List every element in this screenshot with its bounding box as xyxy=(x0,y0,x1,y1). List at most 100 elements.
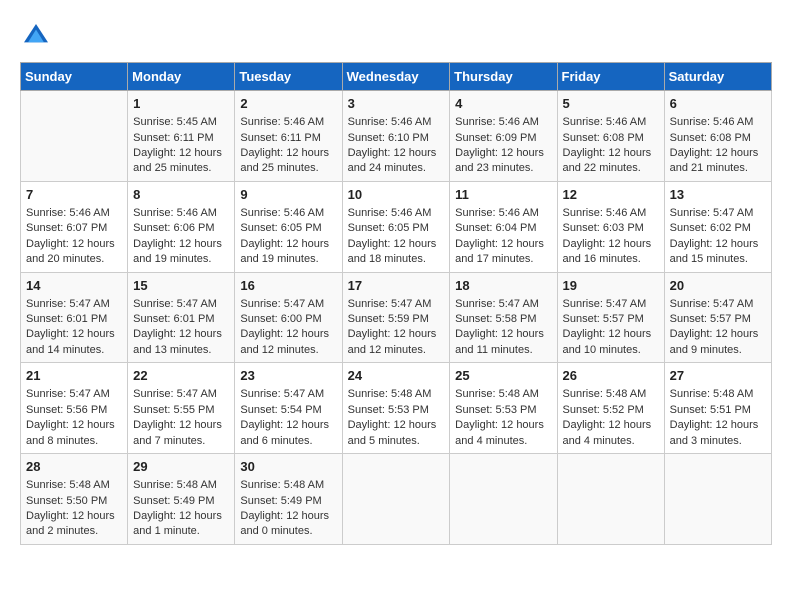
day-cell xyxy=(21,91,128,182)
day-number: 30 xyxy=(240,458,336,476)
day-info: Sunrise: 5:46 AMSunset: 6:05 PMDaylight:… xyxy=(348,206,445,268)
day-info: Sunrise: 5:47 AMSunset: 5:54 PMDaylight:… xyxy=(240,387,336,449)
day-info: Sunrise: 5:47 AMSunset: 5:56 PMDaylight:… xyxy=(26,387,122,449)
day-cell: 24 Sunrise: 5:48 AMSunset: 5:53 PMDayligh… xyxy=(342,363,450,454)
day-cell: 15Sunrise: 5:47 AMSunset: 6:01 PMDayligh… xyxy=(128,272,235,363)
day-info: Sunrise: 5:48 AMSunset: 5:50 PMDaylight:… xyxy=(26,478,122,540)
day-number: 22 xyxy=(133,367,229,385)
week-row-1: 1Sunrise: 5:45 AMSunset: 6:11 PMDaylight… xyxy=(21,91,772,182)
day-cell: 17 Sunrise: 5:47 AMSunset: 5:59 PMDayligh… xyxy=(342,272,450,363)
day-info: Sunrise: 5:47 AMSunset: 6:02 PMDaylight:… xyxy=(670,206,766,268)
day-info: Sunrise: 5:48 AMSunset: 5:53 PMDaylight:… xyxy=(348,387,445,449)
day-cell: 1Sunrise: 5:45 AMSunset: 6:11 PMDaylight… xyxy=(128,91,235,182)
day-number: 4 xyxy=(455,95,551,113)
day-info: Sunrise: 5:47 AMSunset: 5:58 PMDaylight:… xyxy=(455,297,551,359)
day-cell: 9 Sunrise: 5:46 AMSunset: 6:05 PMDaylight… xyxy=(235,181,342,272)
day-info: Sunrise: 5:46 AMSunset: 6:06 PMDaylight:… xyxy=(133,206,229,268)
day-number: 16 xyxy=(240,277,336,295)
page-header xyxy=(20,20,772,52)
day-number: 19 xyxy=(563,277,659,295)
day-info: Sunrise: 5:48 AMSunset: 5:52 PMDaylight:… xyxy=(563,387,659,449)
day-cell: 30 Sunrise: 5:48 AMSunset: 5:49 PMDayligh… xyxy=(235,454,342,545)
day-info: Sunrise: 5:46 AMSunset: 6:07 PMDaylight:… xyxy=(26,206,122,268)
day-number: 8 xyxy=(133,186,229,204)
day-cell: 11Sunrise: 5:46 AMSunset: 6:04 PMDayligh… xyxy=(450,181,557,272)
logo xyxy=(20,20,56,52)
day-info: Sunrise: 5:47 AMSunset: 5:59 PMDaylight:… xyxy=(348,297,445,359)
calendar-table: SundayMondayTuesdayWednesdayThursdayFrid… xyxy=(20,62,772,545)
day-cell: 19 Sunrise: 5:47 AMSunset: 5:57 PMDayligh… xyxy=(557,272,664,363)
day-cell: 21 Sunrise: 5:47 AMSunset: 5:56 PMDayligh… xyxy=(21,363,128,454)
week-row-3: 14 Sunrise: 5:47 AMSunset: 6:01 PMDayligh… xyxy=(21,272,772,363)
day-number: 24 xyxy=(348,367,445,385)
day-cell: 4 Sunrise: 5:46 AMSunset: 6:09 PMDaylight… xyxy=(450,91,557,182)
week-row-5: 28Sunrise: 5:48 AMSunset: 5:50 PMDayligh… xyxy=(21,454,772,545)
day-number: 23 xyxy=(240,367,336,385)
day-cell: 12 Sunrise: 5:46 AMSunset: 6:03 PMDayligh… xyxy=(557,181,664,272)
day-cell: 27Sunrise: 5:48 AMSunset: 5:51 PMDayligh… xyxy=(664,363,771,454)
day-info: Sunrise: 5:46 AMSunset: 6:03 PMDaylight:… xyxy=(563,206,659,268)
day-cell: 16 Sunrise: 5:47 AMSunset: 6:00 PMDayligh… xyxy=(235,272,342,363)
week-row-4: 21 Sunrise: 5:47 AMSunset: 5:56 PMDayligh… xyxy=(21,363,772,454)
day-cell: 10 Sunrise: 5:46 AMSunset: 6:05 PMDayligh… xyxy=(342,181,450,272)
logo-icon xyxy=(20,20,52,52)
day-info: Sunrise: 5:45 AMSunset: 6:11 PMDaylight:… xyxy=(133,115,229,177)
day-number: 26 xyxy=(563,367,659,385)
day-cell: 6Sunrise: 5:46 AMSunset: 6:08 PMDaylight… xyxy=(664,91,771,182)
day-info: Sunrise: 5:48 AMSunset: 5:51 PMDaylight:… xyxy=(670,387,766,449)
day-cell: 8 Sunrise: 5:46 AMSunset: 6:06 PMDaylight… xyxy=(128,181,235,272)
day-info: Sunrise: 5:47 AMSunset: 6:01 PMDaylight:… xyxy=(26,297,122,359)
day-number: 14 xyxy=(26,277,122,295)
day-cell: 2 Sunrise: 5:46 AMSunset: 6:11 PMDaylight… xyxy=(235,91,342,182)
day-number: 12 xyxy=(563,186,659,204)
header-saturday: Saturday xyxy=(664,63,771,91)
day-info: Sunrise: 5:48 AMSunset: 5:49 PMDaylight:… xyxy=(240,478,336,540)
day-number: 6 xyxy=(670,95,766,113)
day-cell: 22 Sunrise: 5:47 AMSunset: 5:55 PMDayligh… xyxy=(128,363,235,454)
day-info: Sunrise: 5:46 AMSunset: 6:11 PMDaylight:… xyxy=(240,115,336,177)
day-cell: 25 Sunrise: 5:48 AMSunset: 5:53 PMDayligh… xyxy=(450,363,557,454)
day-number: 7 xyxy=(26,186,122,204)
day-number: 5 xyxy=(563,95,659,113)
day-number: 21 xyxy=(26,367,122,385)
day-cell: 28Sunrise: 5:48 AMSunset: 5:50 PMDayligh… xyxy=(21,454,128,545)
day-number: 25 xyxy=(455,367,551,385)
day-number: 29 xyxy=(133,458,229,476)
day-cell xyxy=(450,454,557,545)
day-cell: 18 Sunrise: 5:47 AMSunset: 5:58 PMDayligh… xyxy=(450,272,557,363)
day-info: Sunrise: 5:46 AMSunset: 6:04 PMDaylight:… xyxy=(455,206,551,268)
day-cell: 20 Sunrise: 5:47 AMSunset: 5:57 PMDayligh… xyxy=(664,272,771,363)
day-number: 13 xyxy=(670,186,766,204)
header-friday: Friday xyxy=(557,63,664,91)
header-wednesday: Wednesday xyxy=(342,63,450,91)
day-number: 3 xyxy=(348,95,445,113)
day-info: Sunrise: 5:46 AMSunset: 6:09 PMDaylight:… xyxy=(455,115,551,177)
day-number: 2 xyxy=(240,95,336,113)
day-info: Sunrise: 5:47 AMSunset: 5:57 PMDaylight:… xyxy=(563,297,659,359)
day-cell: 7 Sunrise: 5:46 AMSunset: 6:07 PMDaylight… xyxy=(21,181,128,272)
day-info: Sunrise: 5:47 AMSunset: 6:00 PMDaylight:… xyxy=(240,297,336,359)
day-cell xyxy=(557,454,664,545)
calendar-header-row: SundayMondayTuesdayWednesdayThursdayFrid… xyxy=(21,63,772,91)
header-thursday: Thursday xyxy=(450,63,557,91)
day-number: 20 xyxy=(670,277,766,295)
day-cell: 26 Sunrise: 5:48 AMSunset: 5:52 PMDayligh… xyxy=(557,363,664,454)
day-number: 18 xyxy=(455,277,551,295)
day-cell: 14 Sunrise: 5:47 AMSunset: 6:01 PMDayligh… xyxy=(21,272,128,363)
day-info: Sunrise: 5:47 AMSunset: 5:55 PMDaylight:… xyxy=(133,387,229,449)
day-number: 15 xyxy=(133,277,229,295)
day-info: Sunrise: 5:46 AMSunset: 6:10 PMDaylight:… xyxy=(348,115,445,177)
day-info: Sunrise: 5:46 AMSunset: 6:08 PMDaylight:… xyxy=(563,115,659,177)
day-info: Sunrise: 5:46 AMSunset: 6:05 PMDaylight:… xyxy=(240,206,336,268)
day-cell: 13 Sunrise: 5:47 AMSunset: 6:02 PMDayligh… xyxy=(664,181,771,272)
day-info: Sunrise: 5:47 AMSunset: 5:57 PMDaylight:… xyxy=(670,297,766,359)
day-info: Sunrise: 5:48 AMSunset: 5:53 PMDaylight:… xyxy=(455,387,551,449)
week-row-2: 7 Sunrise: 5:46 AMSunset: 6:07 PMDaylight… xyxy=(21,181,772,272)
day-cell xyxy=(664,454,771,545)
day-number: 17 xyxy=(348,277,445,295)
day-number: 10 xyxy=(348,186,445,204)
header-tuesday: Tuesday xyxy=(235,63,342,91)
day-cell: 29Sunrise: 5:48 AMSunset: 5:49 PMDayligh… xyxy=(128,454,235,545)
header-sunday: Sunday xyxy=(21,63,128,91)
day-number: 9 xyxy=(240,186,336,204)
